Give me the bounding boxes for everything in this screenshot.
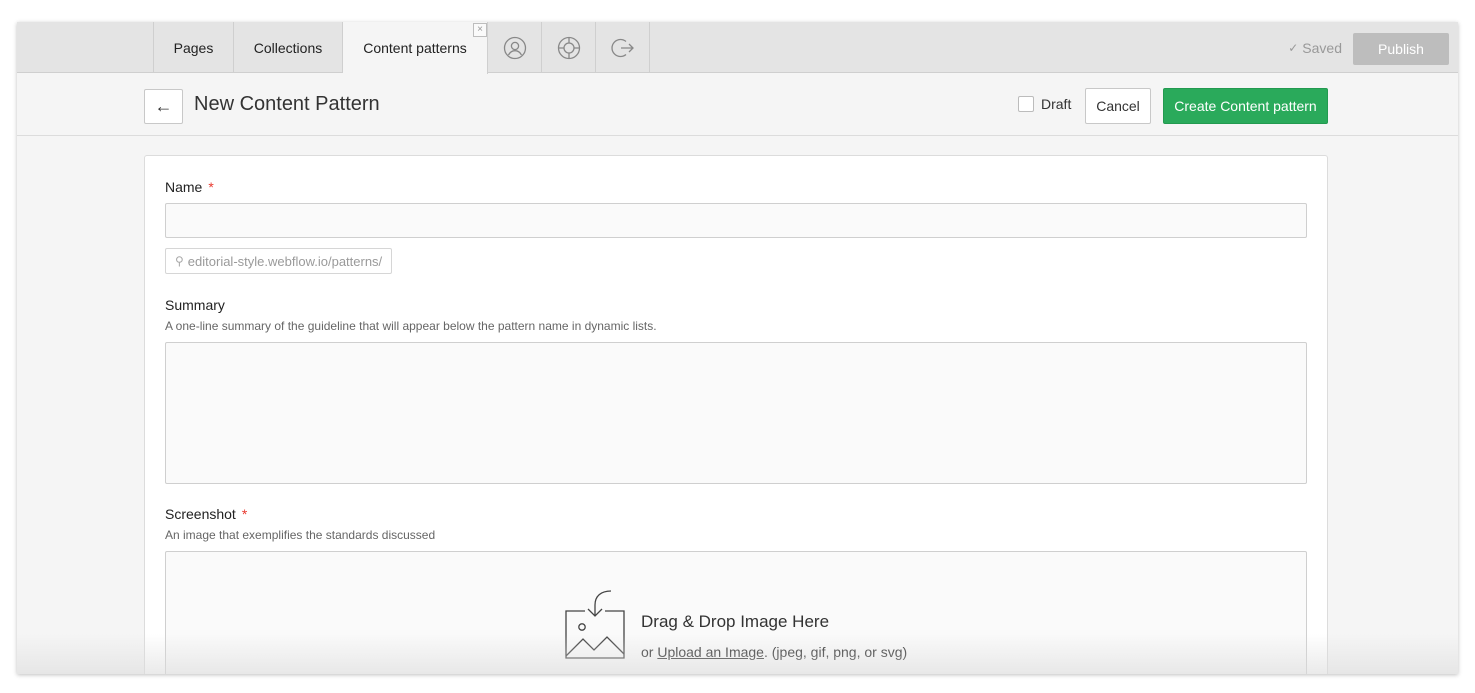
dropzone-formats: . (jpeg, gif, png, or svg) [763,644,908,660]
summary-hint: A one-line summary of the guideline that… [165,319,657,333]
help-tab[interactable] [542,22,596,73]
draft-toggle[interactable]: Draft [1018,96,1071,112]
slug-text: editorial-style.webflow.io/patterns/ [187,253,383,269]
logout-icon [610,38,634,57]
name-input[interactable] [165,203,1307,238]
app-window: Pages Collections Content patterns × ✓ S… [17,22,1458,674]
logout-tab[interactable] [596,22,650,73]
dropzone-subtitle: or Upload an Image. (jpeg, gif, png, or … [641,644,907,660]
saved-status: ✓ Saved [1288,22,1342,73]
summary-field-label: Summary [165,297,225,313]
tab-collections[interactable]: Collections [234,22,343,73]
close-tab-icon[interactable]: × [473,23,487,37]
draft-checkbox[interactable] [1018,96,1034,112]
page-header: ← New Content Pattern Draft Cancel Creat… [17,74,1458,136]
saved-label: Saved [1302,39,1342,56]
form-card: Name * ⚲ editorial-style.webflow.io/patte… [144,155,1328,674]
check-icon: ✓ [1288,40,1299,55]
image-dropzone[interactable]: Drag & Drop Image Here or Upload an Imag… [165,551,1307,674]
tab-pages-label: Pages [173,39,214,56]
required-marker: * [208,179,214,195]
tab-content-patterns[interactable]: Content patterns [343,22,488,74]
back-arrow-icon: ← [154,96,173,116]
tab-content-patterns-label: Content patterns [363,40,467,56]
help-icon [557,36,580,59]
slug-field[interactable]: ⚲ editorial-style.webflow.io/patterns/ [165,248,393,274]
create-content-pattern-button[interactable]: Create Content pattern [1163,88,1328,124]
cancel-button[interactable]: Cancel [1085,88,1151,124]
screenshot-label-text: Screenshot [165,506,236,522]
tab-pages[interactable]: Pages [153,22,234,73]
tab-collections-label: Collections [253,39,323,56]
user-icon [503,36,526,59]
dropzone-or-text: or [641,644,654,660]
top-nav-bar: Pages Collections Content patterns × ✓ S… [17,22,1458,74]
account-tab[interactable] [488,22,542,73]
upload-image-link[interactable]: Upload an Image [657,644,764,660]
back-button[interactable]: ← [144,89,183,124]
summary-textarea[interactable] [165,342,1307,484]
link-icon: ⚲ [175,254,184,268]
required-marker: * [241,506,248,522]
name-label-text: Name [165,179,203,195]
dropzone-title: Drag & Drop Image Here [641,612,830,631]
image-upload-icon [565,590,625,659]
publish-button[interactable]: Publish [1353,33,1449,65]
screenshot-field-label: Screenshot * [165,506,247,522]
page-title: New Content Pattern [194,93,380,115]
name-field-label: Name * [165,179,214,195]
screenshot-hint: An image that exemplifies the standards … [165,528,436,542]
draft-label: Draft [1041,96,1072,112]
